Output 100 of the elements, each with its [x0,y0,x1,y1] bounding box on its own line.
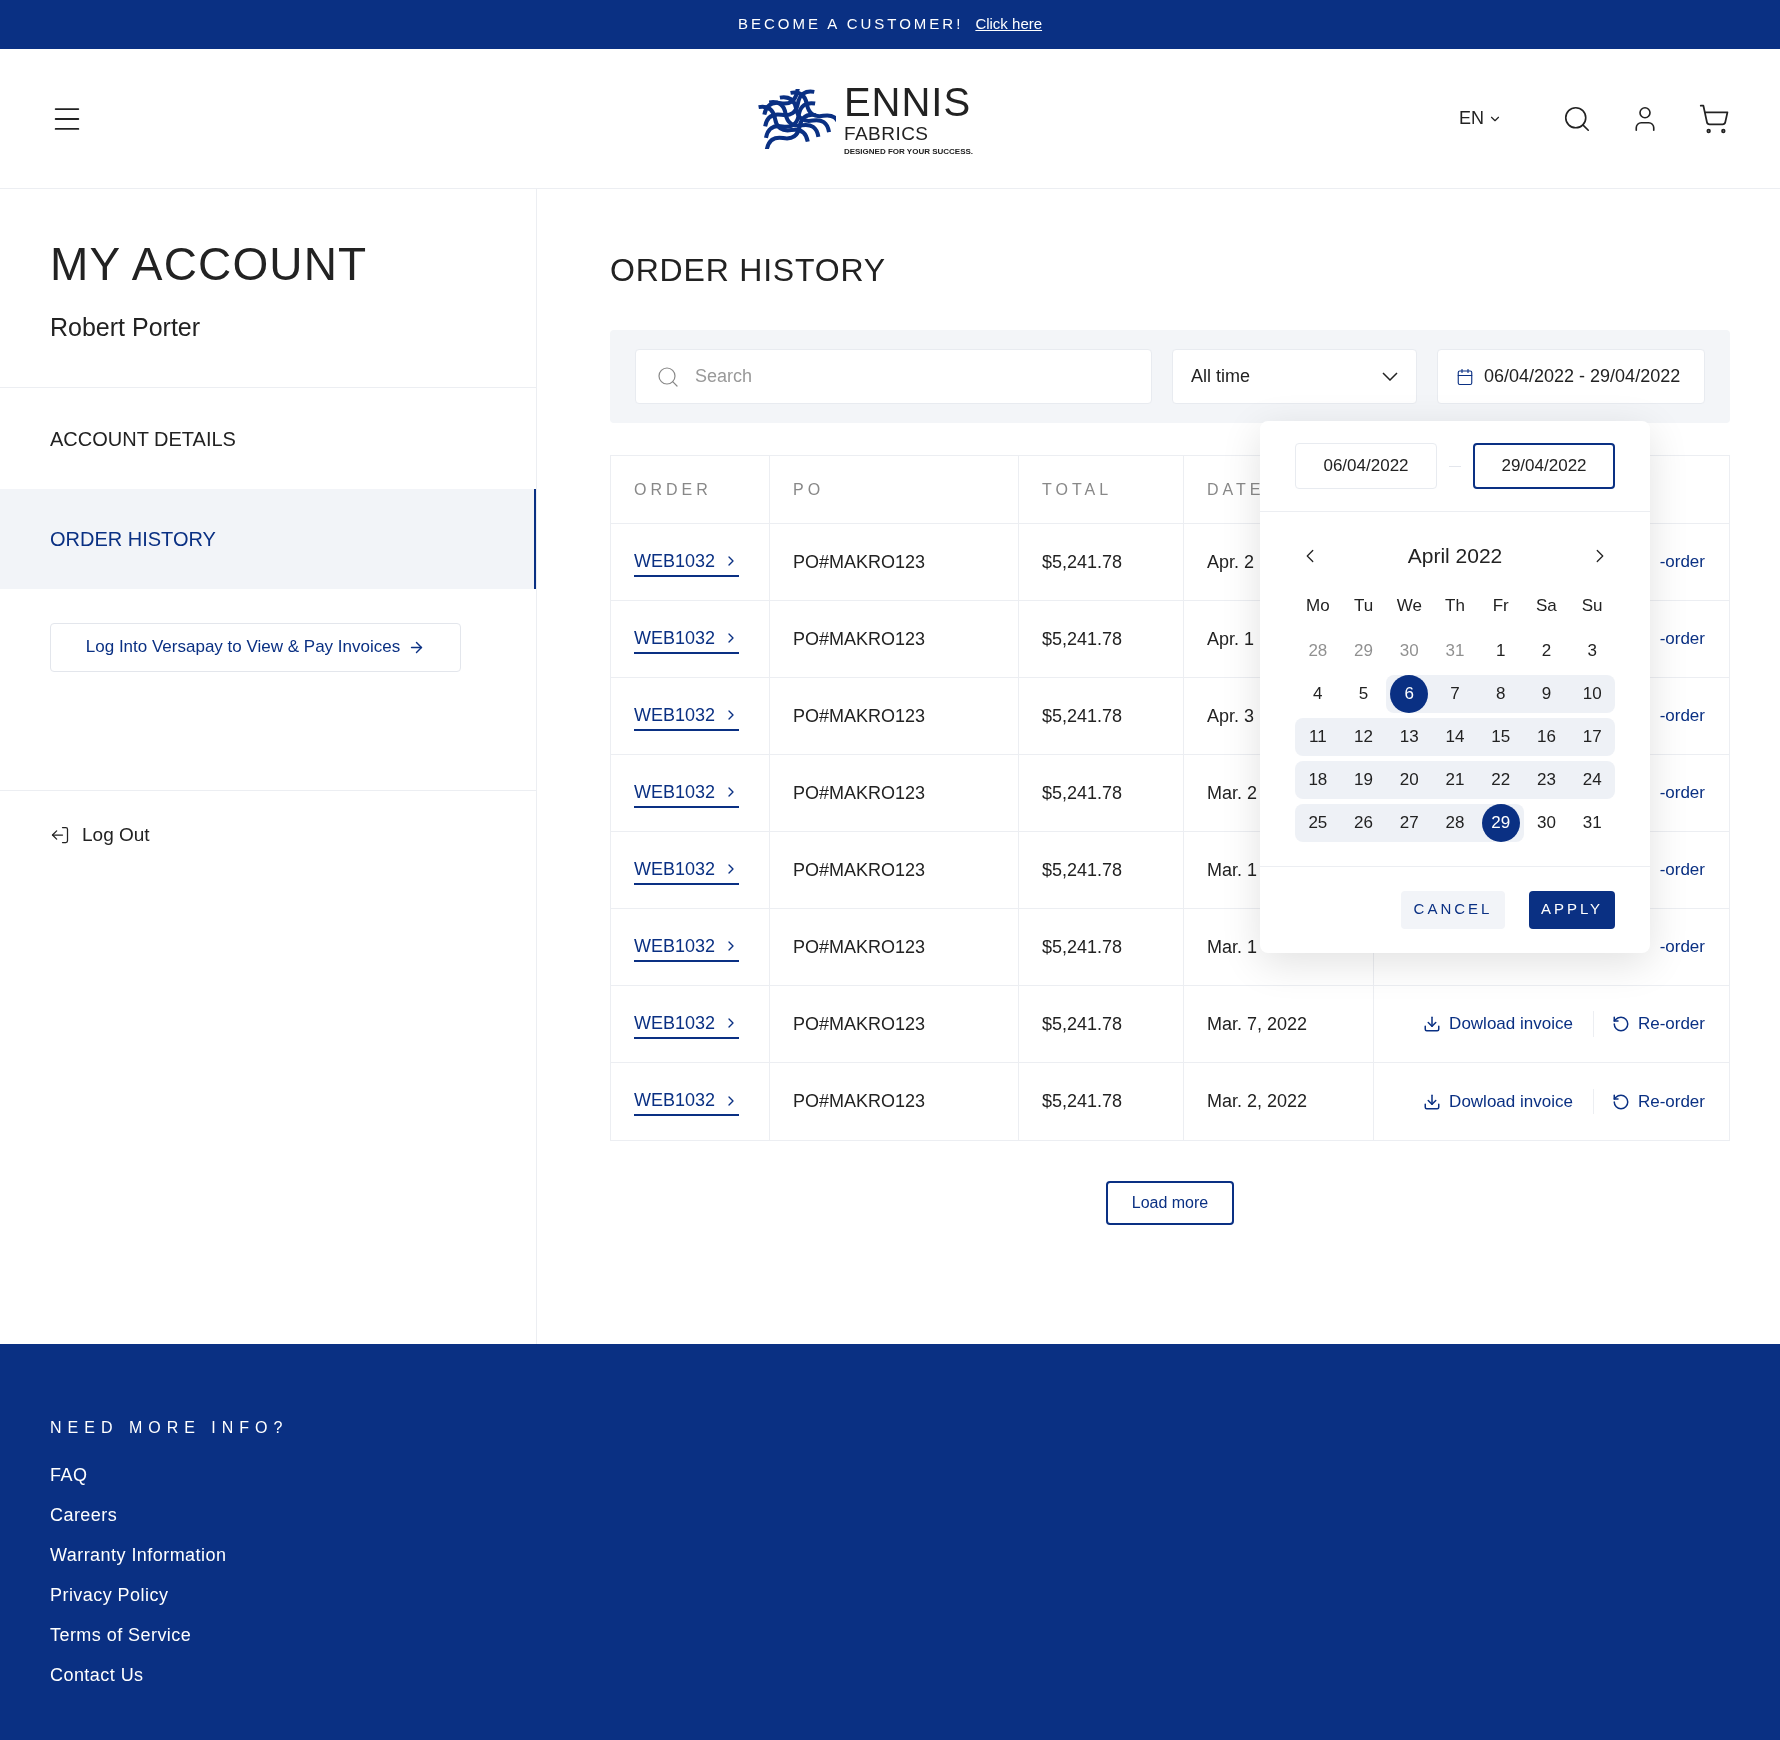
search-icon [656,364,680,389]
table-cell-text: Mar. 1 [1207,935,1258,959]
user-name: Robert Porter [50,312,202,343]
footer-link[interactable]: Contact Us [50,1662,144,1689]
calendar-day[interactable]: 1 [1481,631,1520,670]
cart-icon[interactable] [1698,102,1730,135]
load-more-button[interactable]: Load more [1105,1181,1235,1225]
download-invoice-link[interactable]: Dowload invoice [1423,1088,1594,1115]
period-select[interactable]: All time [1172,349,1417,404]
language-selector[interactable]: EN [1459,105,1502,132]
reorder-link[interactable]: -order [1659,934,1705,960]
weekday-label: Mo [1306,594,1330,617]
logo-name: ENNIS [843,81,973,122]
reorder-link[interactable]: -order [1659,549,1705,575]
table-cell-text: $5,241.78 [1042,858,1123,882]
banner-text: BECOME A CUSTOMER! [737,14,964,35]
table-cell-text: PO#MAKRO123 [793,935,926,959]
table-cell-text: Mar. 2 [1207,781,1258,805]
download-icon [1423,1015,1442,1033]
calendar-day[interactable]: 29 [1481,803,1520,842]
download-invoice-link[interactable]: Dowload invoice [1423,1011,1594,1037]
weekday-label: Su [1581,594,1603,617]
order-number-link[interactable]: WEB1032 [634,624,740,654]
table-cell-text: $5,241.78 [1042,1012,1123,1036]
apply-button[interactable]: APPLY [1529,890,1615,929]
column-header: PO [793,479,825,500]
sidebar-item[interactable]: ACCOUNT DETAILS [0,388,536,489]
weekday-label: We [1396,594,1422,617]
calendar-day[interactable]: 5 [1344,674,1383,713]
order-number-link[interactable]: WEB1032 [634,701,740,731]
table-cell-text: PO#MAKRO123 [793,550,926,574]
table-cell-text: Apr. 1 [1207,627,1255,651]
date-range-field[interactable]: 06/04/2022 - 29/04/2022 [1437,349,1705,404]
cancel-button[interactable]: CANCEL [1401,890,1505,929]
table-cell-text: $5,241.78 [1042,704,1123,728]
column-header: DATE [1207,479,1265,500]
month-title: April 2022 [1407,543,1503,569]
order-number-link[interactable]: WEB1032 [634,547,740,577]
logout-button[interactable]: Log Out [50,820,150,849]
table-cell-text: Apr. 3 [1207,704,1255,728]
date-input[interactable]: 06/04/2022 [1295,443,1437,489]
footer-heading: NEED MORE INFO? [50,1418,290,1438]
table-cell-text: Mar. 2, 2022 [1207,1090,1308,1113]
logo-subtitle: FABRICS [843,123,930,143]
date-input[interactable]: 29/04/2022 [1473,443,1615,489]
order-number-link[interactable]: WEB1032 [634,932,740,962]
table-cell-text: PO#MAKRO123 [793,1090,926,1113]
calendar-day[interactable]: 31 [1573,803,1612,842]
table-cell-text: Mar. 1 [1207,858,1258,882]
weekday-label: Fr [1492,594,1509,617]
reorder-link[interactable]: -order [1659,857,1705,883]
calendar-day[interactable]: 4 [1298,674,1337,713]
calendar-day[interactable]: 3 [1573,631,1612,670]
table-cell-text: PO#MAKRO123 [793,858,926,882]
calendar-day[interactable]: 30 [1527,803,1566,842]
refresh-icon [1611,1015,1630,1033]
footer-link[interactable]: Warranty Information [50,1542,227,1569]
weekday-label: Sa [1536,594,1557,617]
logout-icon [50,824,70,845]
refresh-icon [1611,1092,1630,1111]
table-cell-text: PO#MAKRO123 [793,627,926,651]
table-cell-text: $5,241.78 [1042,1090,1123,1113]
table-cell-text: PO#MAKRO123 [793,781,926,805]
order-number-link[interactable]: WEB1032 [634,1087,740,1116]
reorder-link[interactable]: Re-order [1593,1088,1705,1115]
logo-tagline: DESIGNED FOR YOUR SUCCESS. [843,147,974,156]
order-number-link[interactable]: WEB1032 [634,778,740,808]
weekday-label: Tu [1353,594,1374,617]
table-cell-text: PO#MAKRO123 [793,1012,926,1036]
table-cell-text: $5,241.78 [1042,781,1123,805]
order-number-link[interactable]: WEB1032 [634,855,740,885]
account-title: MY ACCOUNT [50,241,369,287]
weekday-label: Th [1445,594,1465,617]
table-cell-text: $5,241.78 [1042,627,1123,651]
search-field[interactable]: Search [635,349,1152,404]
calendar-day[interactable]: 6 [1390,674,1429,713]
order-number-link[interactable]: WEB1032 [634,1009,740,1039]
table-cell-text: $5,241.78 [1042,935,1123,959]
page-title: ORDER HISTORY [610,251,887,290]
table-cell-text: PO#MAKRO123 [793,704,926,728]
footer-link[interactable]: Privacy Policy [50,1582,169,1609]
search-input[interactable]: Search [695,363,1131,390]
sidebar-item[interactable]: ORDER HISTORY [0,488,536,589]
calendar-icon [1456,367,1474,386]
reorder-link[interactable]: Re-order [1593,1011,1705,1037]
table-cell-text: Mar. 7, 2022 [1207,1012,1308,1036]
reorder-link[interactable]: -order [1659,703,1705,729]
footer-link[interactable]: Terms of Service [50,1622,192,1649]
chevron-down-icon [1382,372,1398,381]
table-cell-text: Apr. 2 [1207,550,1255,574]
column-header: ORDER [634,479,712,500]
table-cell-text: $5,241.78 [1042,550,1123,574]
download-icon [1423,1092,1442,1111]
banner-link[interactable]: Click here [975,13,1043,36]
calendar-day[interactable]: 2 [1527,631,1566,670]
reorder-link[interactable]: -order [1659,626,1705,652]
versapay-button[interactable]: Log Into Versapay to View & Pay Invoices [50,622,461,672]
reorder-link[interactable]: -order [1659,780,1705,806]
footer-link[interactable]: Careers [50,1502,118,1529]
footer-link[interactable]: FAQ [50,1462,88,1489]
